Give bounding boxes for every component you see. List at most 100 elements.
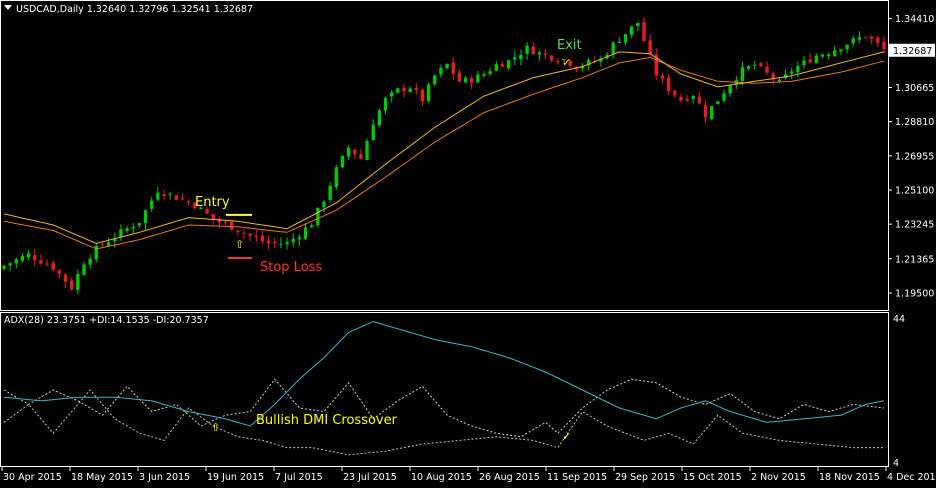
candle bbox=[476, 70, 480, 83]
time-tick-label: 18 Nov 2015 bbox=[819, 472, 880, 483]
candle bbox=[359, 148, 363, 160]
candle bbox=[482, 71, 486, 78]
candle bbox=[882, 36, 886, 55]
candle bbox=[396, 87, 400, 94]
candle bbox=[57, 269, 62, 279]
candle bbox=[611, 41, 615, 59]
indicator-axis: 444 bbox=[893, 314, 905, 469]
candle bbox=[623, 34, 628, 46]
candle bbox=[125, 226, 129, 234]
candle bbox=[260, 229, 265, 244]
entry-marker: Entry bbox=[195, 195, 252, 216]
candle bbox=[550, 55, 554, 63]
candle bbox=[254, 229, 258, 242]
candle bbox=[685, 94, 689, 103]
candle bbox=[279, 237, 283, 249]
candle bbox=[876, 35, 880, 48]
candle bbox=[383, 96, 388, 115]
time-axis: 30 Apr 2015 18 May 2015 3 Jun 2015 19 Jun 2… bbox=[1, 467, 936, 483]
ma-fast-line bbox=[3, 51, 885, 244]
candle bbox=[679, 93, 683, 103]
candle bbox=[365, 138, 369, 161]
exit-marker: Exit bbox=[557, 38, 582, 53]
candle bbox=[45, 259, 49, 267]
candle bbox=[808, 53, 812, 64]
candle bbox=[340, 155, 345, 169]
candle bbox=[186, 199, 191, 206]
dropdown-triangle-icon[interactable] bbox=[4, 5, 12, 10]
candle bbox=[303, 223, 308, 240]
candle bbox=[814, 53, 818, 64]
price-tick-label: 1.34410 bbox=[895, 14, 934, 25]
indicator-panel-frame bbox=[0, 312, 889, 467]
candle bbox=[463, 75, 468, 84]
candle bbox=[703, 100, 708, 123]
candle bbox=[390, 89, 394, 103]
candle bbox=[839, 48, 843, 56]
checkmark-exit-icon: ✓ bbox=[562, 56, 571, 69]
candle bbox=[728, 84, 732, 97]
candle bbox=[291, 233, 295, 248]
candle bbox=[556, 58, 560, 65]
candle bbox=[439, 64, 443, 78]
candle bbox=[346, 145, 351, 160]
candle bbox=[513, 51, 517, 66]
candle bbox=[168, 192, 172, 200]
candle bbox=[710, 105, 714, 121]
time-tick-label: 10 Aug 2015 bbox=[411, 472, 472, 483]
ma-slow-line bbox=[3, 56, 885, 250]
candle bbox=[783, 69, 788, 80]
candle bbox=[470, 75, 474, 90]
candle bbox=[266, 235, 271, 250]
crossover-arrow-icon: ⇧ bbox=[211, 421, 220, 434]
stop-loss-label: Stop Loss bbox=[260, 260, 322, 275]
candle bbox=[746, 65, 751, 71]
price-tick-label: 1.23245 bbox=[895, 220, 934, 231]
indicator-info: ADX(28) 23.3751 +DI:14.1535 -DI:20.7357 bbox=[4, 315, 209, 326]
price-tick-label: 1.28810 bbox=[895, 117, 934, 128]
price-tick-label: 1.21365 bbox=[895, 254, 934, 265]
candle bbox=[371, 119, 375, 141]
candle bbox=[70, 277, 74, 292]
candle bbox=[753, 60, 757, 71]
candle bbox=[580, 63, 585, 72]
trading-chart[interactable]: USDCAD,Daily 1.32640 1.32796 1.32541 1.3… bbox=[0, 0, 936, 484]
candle bbox=[759, 61, 763, 68]
candle bbox=[660, 73, 665, 84]
candle bbox=[451, 57, 455, 80]
entry-label: Entry bbox=[195, 195, 230, 210]
time-tick-label: 2 Nov 2015 bbox=[751, 472, 806, 483]
candle bbox=[851, 35, 855, 47]
time-tick-label: 26 Aug 2015 bbox=[479, 472, 540, 483]
time-tick-label: 11 Sep 2015 bbox=[547, 472, 607, 483]
candle bbox=[328, 182, 332, 203]
candle bbox=[51, 260, 55, 272]
candle bbox=[33, 248, 37, 267]
candle bbox=[531, 42, 535, 55]
svg-text:1.32687: 1.32687 bbox=[893, 46, 932, 57]
time-tick-label: 23 Jul 2015 bbox=[343, 472, 397, 483]
candle bbox=[14, 257, 18, 269]
arrow-up-icon: ⇧ bbox=[235, 238, 244, 251]
price-tick-label: 1.30665 bbox=[895, 83, 934, 94]
candle bbox=[433, 74, 437, 87]
candle bbox=[673, 90, 677, 99]
candle bbox=[39, 254, 43, 265]
price-panel-frame bbox=[0, 0, 889, 311]
candle bbox=[790, 67, 794, 79]
stop-loss-marker: Stop Loss bbox=[228, 257, 322, 275]
candle bbox=[494, 60, 498, 72]
candle bbox=[353, 149, 357, 160]
candle bbox=[310, 223, 314, 228]
candle bbox=[845, 44, 849, 54]
candle bbox=[297, 234, 302, 246]
candle bbox=[488, 67, 492, 76]
candle bbox=[131, 222, 135, 234]
candle bbox=[857, 31, 862, 44]
crossover-check-icon: ✓ bbox=[562, 430, 571, 443]
candle bbox=[76, 269, 80, 295]
candle bbox=[248, 232, 252, 242]
indicator-tick-label: 4 bbox=[893, 458, 899, 469]
candle bbox=[119, 224, 123, 241]
candle bbox=[574, 65, 578, 73]
